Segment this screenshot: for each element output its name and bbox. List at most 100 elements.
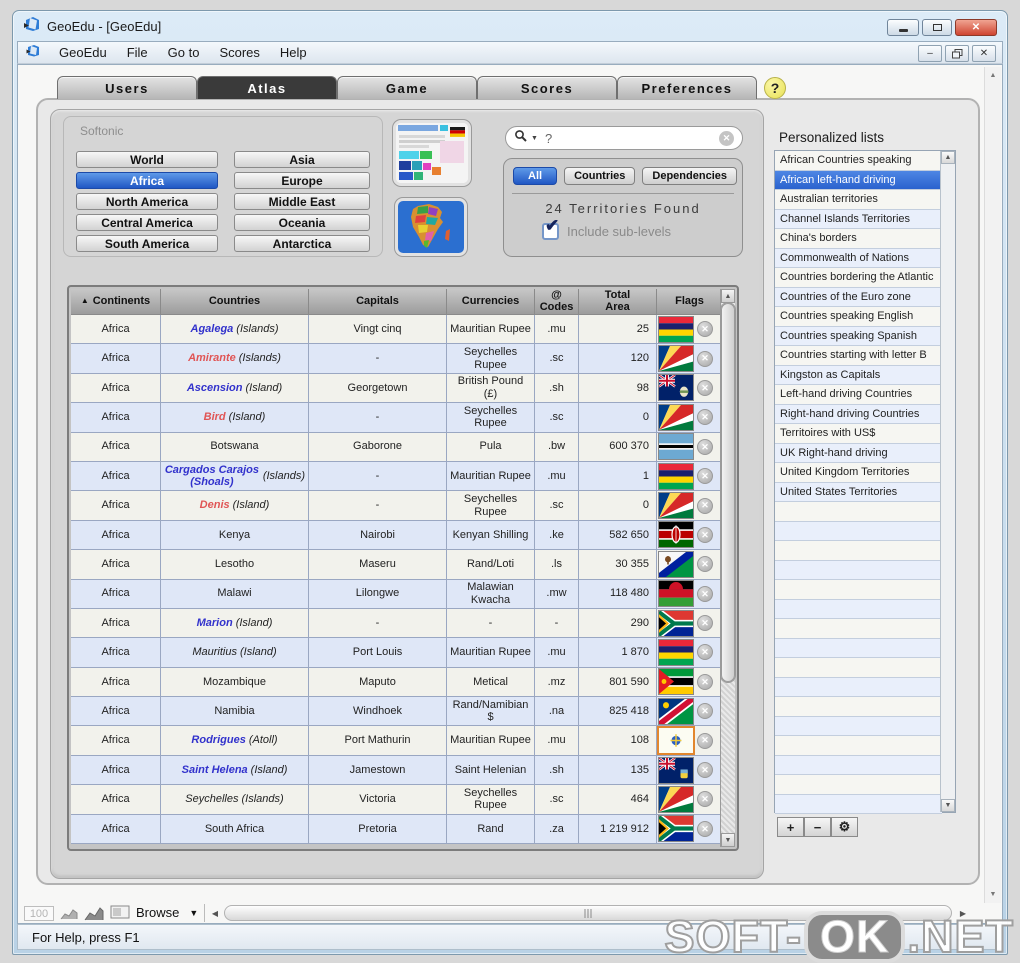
country-cell[interactable]: Seychelles (Islands) — [161, 785, 309, 815]
country-name[interactable]: Mozambique — [203, 676, 266, 689]
zoom-large-chart-icon[interactable] — [84, 905, 104, 923]
vscroll-down-arrow[interactable]: ▼ — [987, 888, 999, 901]
country-name[interactable]: Mauritius — [192, 646, 237, 659]
region-button-africa[interactable]: Africa — [76, 172, 218, 189]
list-item-empty[interactable] — [775, 541, 942, 561]
column-header-flags[interactable]: Flags — [657, 289, 723, 315]
country-name[interactable]: Lesotho — [215, 558, 254, 571]
column-header-currencies[interactable]: Currencies — [447, 289, 535, 315]
country-cell[interactable]: Lesotho — [161, 550, 309, 580]
vertical-scrollbar[interactable]: ▲ ▼ — [984, 67, 1001, 903]
remove-territory-button[interactable]: ✕ — [697, 350, 713, 367]
list-item-countries-speaking-spanish[interactable]: Countries speaking Spanish — [775, 326, 942, 346]
country-name[interactable]: Bird — [204, 411, 226, 424]
country-name[interactable]: South Africa — [205, 823, 264, 836]
tab-preferences[interactable]: Preferences — [617, 76, 757, 99]
filter-button-all[interactable]: All — [513, 167, 558, 185]
add-list-button[interactable]: + — [777, 817, 804, 837]
filter-button-countries[interactable]: Countries — [564, 167, 636, 185]
table-scrollbar[interactable]: ▲ ▼ — [720, 289, 735, 847]
remove-territory-button[interactable]: ✕ — [697, 438, 713, 455]
include-sublevels-checkbox[interactable]: ✔ — [542, 216, 559, 240]
vscroll-up-arrow[interactable]: ▲ — [987, 69, 999, 82]
region-button-middle-east[interactable]: Middle East — [234, 193, 370, 210]
tab-game[interactable]: Game — [337, 76, 477, 99]
image-view-icon[interactable] — [110, 905, 130, 923]
remove-territory-button[interactable]: ✕ — [697, 732, 713, 749]
region-button-antarctica[interactable]: Antarctica — [234, 235, 370, 252]
list-item-empty[interactable] — [775, 775, 942, 795]
minimize-button[interactable] — [887, 19, 919, 36]
country-cell[interactable]: Saint Helena (Island) — [161, 755, 309, 786]
country-cell[interactable]: Cargados Carajos (Shoals) (Islands) — [161, 461, 309, 492]
africa-map-thumbnail[interactable] — [395, 198, 467, 256]
country-cell[interactable]: Mauritius (Island) — [161, 638, 309, 668]
list-item-empty[interactable] — [775, 599, 942, 619]
country-name[interactable]: Amirante — [188, 352, 236, 365]
scroll-down-icon[interactable]: ▼ — [721, 833, 735, 847]
list-item-united-kingdom-territories[interactable]: United Kingdom Territories — [775, 463, 942, 483]
remove-territory-button[interactable]: ✕ — [697, 379, 713, 396]
menu-geoedu[interactable]: GeoEdu — [59, 45, 107, 60]
region-button-asia[interactable]: Asia — [234, 151, 370, 168]
list-item-uk-right-hand-driving[interactable]: UK Right-hand driving — [775, 443, 942, 463]
scroll-up-icon[interactable]: ▲ — [721, 289, 735, 303]
list-item-china-s-borders[interactable]: China's borders — [775, 229, 942, 249]
column-header-capitals[interactable]: Capitals — [309, 289, 447, 315]
remove-territory-button[interactable]: ✕ — [697, 615, 713, 632]
country-cell[interactable]: Amirante (Islands) — [161, 344, 309, 374]
remove-territory-button[interactable]: ✕ — [697, 468, 713, 485]
remove-territory-button[interactable]: ✕ — [697, 673, 713, 690]
world-map-thumbnail[interactable] — [393, 120, 471, 186]
country-name[interactable]: Botswana — [210, 440, 258, 453]
list-item-empty[interactable] — [775, 580, 942, 600]
list-item-countries-bordering-the-atlantic[interactable]: Countries bordering the Atlantic — [775, 268, 942, 288]
menu-scores[interactable]: Scores — [219, 45, 259, 60]
country-name[interactable]: Denis — [200, 499, 230, 512]
list-item-empty[interactable] — [775, 638, 942, 658]
country-name[interactable]: Malawi — [217, 587, 251, 600]
browse-dropdown[interactable]: Browse ▼ — [136, 905, 198, 920]
country-name[interactable]: Agalega — [191, 323, 234, 336]
mdi-restore-button[interactable] — [945, 45, 969, 62]
close-button[interactable]: ✕ — [955, 19, 997, 36]
list-item-countries-speaking-english[interactable]: Countries speaking English — [775, 307, 942, 327]
column-header-total-area[interactable]: Total Area — [579, 289, 657, 315]
column-header-continents[interactable]: ▲ Continents — [71, 289, 161, 315]
country-name[interactable]: Marion — [197, 617, 233, 630]
zoom-level-box[interactable]: 100 — [24, 906, 54, 921]
list-item-countries-starting-with-letter-b[interactable]: Countries starting with letter B — [775, 346, 942, 366]
list-item-empty[interactable] — [775, 560, 942, 580]
country-name[interactable]: Ascension — [187, 382, 243, 395]
list-item-empty[interactable] — [775, 521, 942, 541]
country-cell[interactable]: Marion (Island) — [161, 608, 309, 639]
country-cell[interactable]: Bird (Island) — [161, 403, 309, 433]
country-cell[interactable]: Mozambique — [161, 667, 309, 698]
help-button[interactable]: ? — [764, 77, 786, 99]
region-button-oceania[interactable]: Oceania — [234, 214, 370, 231]
column-header-countries[interactable]: Countries — [161, 289, 309, 315]
table-scrollbar-thumb[interactable] — [721, 303, 735, 683]
search-input[interactable]: ▼ ? ✕ — [505, 126, 743, 150]
remove-territory-button[interactable]: ✕ — [697, 526, 713, 543]
list-item-empty[interactable] — [775, 697, 942, 717]
remove-territory-button[interactable]: ✕ — [697, 497, 713, 514]
list-item-kingston-as-capitals[interactable]: Kingston as Capitals — [775, 365, 942, 385]
tab-scores[interactable]: Scores — [477, 76, 617, 99]
hscroll-left-arrow[interactable]: ◀ — [208, 906, 222, 921]
list-item-empty[interactable] — [775, 658, 942, 678]
list-item-channel-islands-territories[interactable]: Channel Islands Territories — [775, 209, 942, 229]
list-item-empty[interactable] — [775, 619, 942, 639]
list-item-empty[interactable] — [775, 755, 942, 775]
filter-button-dependencies[interactable]: Dependencies — [642, 167, 737, 185]
list-item-left-hand-driving-countries[interactable]: Left-hand driving Countries — [775, 385, 942, 405]
list-item-empty[interactable] — [775, 716, 942, 736]
list-scroll-down-icon[interactable]: ▼ — [941, 799, 955, 812]
list-item-empty[interactable] — [775, 677, 942, 697]
region-button-north-america[interactable]: North America — [76, 193, 218, 210]
list-item-united-states-territories[interactable]: United States Territories — [775, 482, 942, 502]
country-cell[interactable]: Kenya — [161, 520, 309, 551]
remove-list-button[interactable]: − — [804, 817, 831, 837]
tab-users[interactable]: Users — [57, 76, 197, 99]
list-item-african-countries-speaking[interactable]: African Countries speaking — [775, 151, 942, 171]
